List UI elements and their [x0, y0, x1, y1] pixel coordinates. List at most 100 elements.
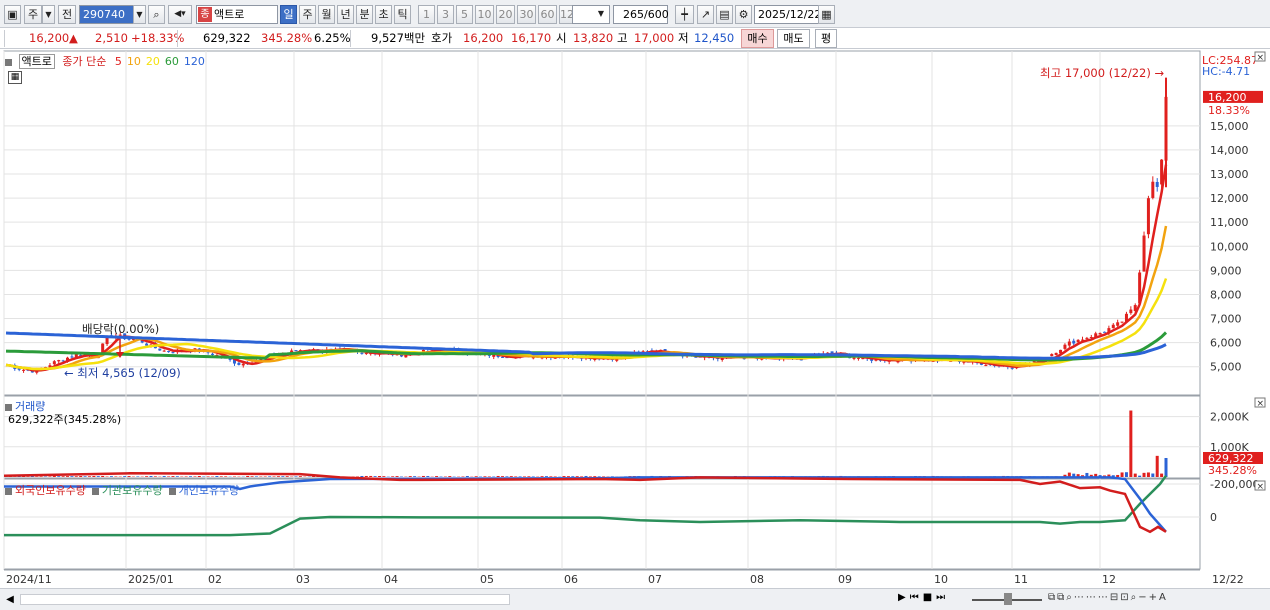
- timeframe-1-button[interactable]: 주: [299, 5, 316, 24]
- volume-bar: [571, 476, 575, 477]
- price-axis-tick: 15,000: [1210, 120, 1249, 133]
- candle-type-icon[interactable]: ┿: [675, 5, 694, 24]
- chevron-down-icon[interactable]: ▼: [133, 5, 146, 24]
- speaker-icon[interactable]: ◀▾: [168, 5, 192, 24]
- price-axis-tick: 10,000: [1210, 240, 1249, 253]
- volume-bar: [254, 476, 258, 477]
- zoom-slider-thumb[interactable]: [1004, 593, 1012, 605]
- stock-name-field[interactable]: 종 액트로: [196, 5, 278, 24]
- open-label: 시: [556, 31, 567, 45]
- gear-icon[interactable]: ⚙: [735, 5, 752, 24]
- volume-bar: [522, 476, 526, 477]
- volume-bar: [1151, 473, 1155, 477]
- panel-handle-icon[interactable]: [5, 487, 12, 495]
- time-axis-label: 09: [838, 573, 852, 586]
- volume-bar: [584, 475, 588, 477]
- timeframe-0-button[interactable]: 일: [280, 5, 297, 24]
- time-axis-label: 06: [564, 573, 578, 586]
- volume-bar: [426, 476, 430, 477]
- time-axis-label: 07: [648, 573, 662, 586]
- volume-bar: [276, 476, 280, 477]
- volume-bar: [70, 476, 74, 477]
- interval-10-button[interactable]: 10: [475, 5, 494, 24]
- candle-body: [852, 357, 856, 359]
- panel-close-glyph: ×: [1257, 482, 1265, 492]
- timeframe-4-button[interactable]: 분: [356, 5, 373, 24]
- volume-bar: [127, 476, 131, 477]
- panel-handle-icon[interactable]: [91, 487, 99, 495]
- prev-button[interactable]: 전: [58, 5, 76, 24]
- candle-body: [1116, 322, 1120, 326]
- volume-bar: [382, 476, 386, 477]
- interval-60-button[interactable]: 60: [538, 5, 557, 24]
- sell-button[interactable]: 매도: [777, 29, 810, 48]
- view-tools[interactable]: ⧉⧉⌕⋯⋯⋯⊟⊡⌕−+A: [1048, 592, 1263, 607]
- timeframe-2-button[interactable]: 월: [318, 5, 335, 24]
- chevron-down-icon[interactable]: ▼: [594, 5, 608, 24]
- volume-bar: [285, 476, 289, 477]
- period-type-select[interactable]: 주: [24, 5, 42, 24]
- current-price: 16,200: [29, 31, 70, 45]
- data-table-icon[interactable]: ▦: [8, 71, 22, 84]
- volume-bar: [61, 476, 65, 477]
- holdings-legend-0: 외국인보유수량: [15, 484, 86, 497]
- candle-body: [1129, 309, 1133, 314]
- volume-value: 629,322: [203, 31, 251, 45]
- count-field[interactable]: 265/600: [613, 5, 669, 24]
- panel-handle-icon[interactable]: [5, 58, 12, 66]
- timeframe-3-button[interactable]: 년: [337, 5, 354, 24]
- scroll-left-icon[interactable]: ◀: [3, 592, 17, 607]
- chevron-down-icon[interactable]: ▼: [42, 5, 55, 24]
- candle-body: [1063, 344, 1067, 349]
- price-axis-tick: 12,000: [1210, 192, 1249, 205]
- candle-body: [57, 360, 61, 362]
- volume-bar: [92, 475, 96, 477]
- calendar-icon[interactable]: ▦: [818, 5, 835, 24]
- trend-tool-icon[interactable]: ↗: [697, 5, 714, 24]
- volume-panel-value: 629,322주(345.28%): [8, 413, 122, 426]
- volume-bar: [483, 476, 487, 477]
- volume-bar: [527, 476, 531, 477]
- eval-button[interactable]: 평: [815, 29, 837, 48]
- high-label: 고: [617, 31, 628, 45]
- timeframe-5-button[interactable]: 초: [375, 5, 392, 24]
- candle-body: [501, 356, 505, 358]
- interval-1-button[interactable]: 1: [418, 5, 435, 24]
- horizontal-scrollbar[interactable]: [20, 594, 510, 605]
- price-axis-tick: 7,000: [1210, 313, 1242, 326]
- timeframe-6-button[interactable]: 틱: [394, 5, 411, 24]
- main-toolbar: ▣ 주 ▼ 전 290740 ▼ ⌕ ◀▾ 종 액트로 일주월년분초틱 1351…: [0, 0, 1270, 28]
- panel-handle-icon[interactable]: [168, 487, 176, 495]
- volume-bar: [518, 476, 522, 477]
- panel-handle-icon[interactable]: [5, 403, 12, 411]
- bid-ask-label: 호가: [431, 31, 453, 45]
- window-menu-icon[interactable]: ▣: [4, 5, 21, 24]
- volume-bar: [74, 476, 78, 477]
- volume-bar: [597, 476, 601, 477]
- volume-bar: [1133, 473, 1137, 477]
- chart-area[interactable]: 15,000 14,000 13,000 12,000 11,000 10,000 9,00…: [0, 50, 1270, 588]
- stock-code-input[interactable]: 290740: [79, 5, 134, 24]
- candle-body: [1085, 337, 1089, 339]
- interval-30-button[interactable]: 30: [517, 5, 536, 24]
- volume-bar: [294, 476, 298, 477]
- search-icon[interactable]: ⌕: [148, 5, 165, 24]
- volume-bar: [360, 475, 364, 477]
- time-axis-label: 03: [296, 573, 310, 586]
- interval-5-button[interactable]: 5: [456, 5, 473, 24]
- playback-controls[interactable]: ▶⏮■⏭: [898, 592, 968, 607]
- chart-canvas[interactable]: 15,000 14,000 13,000 12,000 11,000 10,000 9,00…: [0, 50, 1270, 588]
- volume-bar: [1164, 457, 1168, 477]
- interval-20-button[interactable]: 20: [496, 5, 515, 24]
- ma-10-legend: 10: [126, 55, 141, 68]
- current-price-tag: 16,200: [1208, 91, 1247, 104]
- ma-20-legend: 20: [145, 55, 160, 68]
- buy-button[interactable]: 매수: [741, 29, 774, 48]
- date-input[interactable]: 2025/12/22: [754, 5, 821, 24]
- volume-bar: [1155, 455, 1159, 477]
- holdings-legend-1: 기관보유수량: [101, 484, 163, 497]
- volume-bar: [197, 476, 201, 477]
- candle-body: [1120, 321, 1124, 323]
- interval-3-button[interactable]: 3: [437, 5, 454, 24]
- save-icon[interactable]: ▤: [716, 5, 733, 24]
